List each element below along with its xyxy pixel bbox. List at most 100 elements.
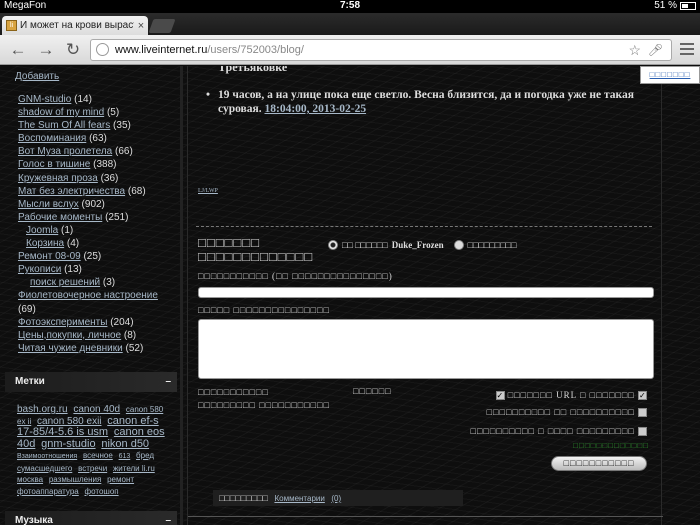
tag-link[interactable]: фотоаппаратура	[17, 487, 79, 496]
checkbox[interactable]: ✓	[638, 391, 647, 401]
tags-header-label: Метки	[15, 376, 45, 387]
radio-as-user-label: □□ □□□□□□	[342, 240, 388, 250]
page-info-icon[interactable]	[96, 43, 109, 56]
comments-link[interactable]: Комментарии	[274, 494, 324, 503]
category-link[interactable]: Корзина	[26, 238, 64, 249]
category-count: (66)	[115, 146, 133, 158]
microphone-icon[interactable]: 🎤︎	[648, 40, 663, 60]
captcha-text: □□□□□□□□□□□□□	[573, 441, 649, 450]
option-url-label: □□□□□□□ URL □ □□□□□□□	[507, 390, 635, 400]
address-bar[interactable]: www.liveinternet.ru/users/752003/blog/ ☆…	[90, 39, 672, 61]
submit-button[interactable]: □□□□□□□□□□□	[551, 456, 647, 471]
option-label: □□□□□□	[353, 386, 392, 396]
category-count: (14)	[74, 94, 92, 105]
category-link[interactable]: Воспоминания	[18, 133, 86, 144]
category-link[interactable]: Joomla	[26, 225, 58, 236]
category-link[interactable]: Кружевная проза	[18, 173, 98, 184]
tag-link[interactable]: bash.org.ru	[17, 404, 68, 415]
comments-count-link[interactable]: (0)	[331, 494, 341, 503]
tag-link[interactable]: жители li.ru	[113, 464, 155, 473]
comment-bar: □□□□□□□□□ Комментарии (0)	[213, 490, 463, 506]
option-url-row: ✓ □□□□□□□ URL □ □□□□□□□ ✓	[495, 390, 647, 401]
new-tab-button[interactable]	[148, 19, 176, 33]
tag-link[interactable]: nikon d50	[101, 438, 149, 450]
forward-arrow-icon[interactable]: →	[36, 40, 56, 60]
tags-header: Метки –	[5, 372, 177, 392]
tag-link[interactable]: встречи	[78, 464, 107, 473]
back-arrow-icon[interactable]: ←	[8, 40, 28, 60]
sidebar-category-item: Ремонт 08-09 (25)	[18, 250, 178, 263]
menu-icon[interactable]	[680, 43, 694, 58]
browser-toolbar: ← → ↻ www.liveinternet.ru/users/752003/b…	[0, 35, 700, 65]
category-link[interactable]: Мысли вслух	[18, 199, 79, 210]
tag-link[interactable]: фотошоп	[85, 487, 119, 496]
sidebar-category-item: Мысли вслух (902)	[18, 198, 178, 211]
sidebar-category-item: Рукописи (13)	[18, 263, 178, 276]
bookmark-star-icon[interactable]: ☆	[628, 40, 641, 60]
category-link[interactable]: Голос в тишине	[18, 159, 90, 170]
add-category-link[interactable]: Добавить	[15, 71, 59, 82]
category-link[interactable]: Ремонт 08-09	[18, 251, 81, 262]
tag-link[interactable]: Взаимоотношения	[17, 453, 77, 460]
checkbox[interactable]	[638, 408, 647, 418]
category-count: (1)	[61, 224, 74, 236]
reload-icon[interactable]: ↻	[63, 40, 83, 60]
music-collapse-toggle[interactable]: –	[165, 511, 171, 525]
body-field-label: □□□□□ □□□□□□□□□□□□□□□	[198, 305, 330, 315]
category-link[interactable]: GNM-studio	[18, 94, 71, 105]
category-link[interactable]: Рукописи	[18, 264, 61, 275]
option-label: □□□□□□□□□□□	[198, 387, 269, 397]
clock: 7:58	[339, 0, 360, 11]
sidebar-category-item: Корзина (4)	[18, 237, 178, 250]
option-row: □□□□□□□□□□ □□ □□□□□□□□□□	[486, 407, 647, 418]
category-count: (25)	[83, 251, 102, 263]
checkbox[interactable]	[638, 427, 647, 437]
category-link[interactable]: shadow of my mind	[18, 107, 104, 118]
tag-link[interactable]: всечное	[83, 451, 113, 460]
battery-percent: 51 %	[654, 0, 677, 11]
category-link[interactable]: Фотоэксперименты	[18, 317, 107, 328]
sidebar-category-item: Рабочие моменты (251)	[18, 211, 178, 224]
lj-link[interactable]: LJ/LWP	[198, 188, 218, 194]
tag-link[interactable]: canon 580 exii	[37, 416, 102, 427]
browser-tab[interactable]: li И может на крови вырасти ×	[2, 16, 148, 35]
category-count: (204)	[110, 316, 134, 328]
category-link[interactable]: Фиолетовочерное настроение	[18, 290, 158, 301]
divider	[188, 516, 663, 517]
sidebar-category-item: shadow of my mind (5)	[18, 106, 178, 119]
tag-link[interactable]: gnm-studio	[41, 438, 95, 450]
option-label: □□□□□□□□□ □□□□□□□□□□□	[198, 400, 330, 410]
category-link[interactable]: Рабочие моменты	[18, 212, 102, 223]
category-count: (3)	[102, 277, 116, 289]
tag-link[interactable]: размышления	[49, 475, 101, 484]
option-label: □□□□□□□□□□ □□ □□□□□□□□□□	[486, 407, 635, 417]
checkbox[interactable]: ✓	[495, 391, 505, 401]
category-link[interactable]: Вот Муза пролетела	[18, 146, 112, 157]
sidebar-category-item: Голос в тишине (388)	[18, 158, 178, 171]
tags-collapse-toggle[interactable]: –	[165, 372, 171, 392]
tag-link[interactable]: 613	[119, 453, 131, 460]
category-count: (388)	[93, 159, 117, 171]
category-count: (251)	[105, 211, 129, 223]
tag-link[interactable]: москва	[17, 475, 43, 484]
tag-link[interactable]: ремонт	[107, 475, 134, 484]
comment-textarea[interactable]	[198, 319, 654, 379]
sidebar-category-item: Joomla (1)	[18, 224, 178, 237]
top-right-link[interactable]: □□□□□□□	[640, 66, 700, 84]
radio-as-user[interactable]	[328, 240, 338, 250]
sidebar-category-item: Вот Муза пролетела (66)	[18, 145, 178, 158]
title-field-label: □□□□□□□□□□□ (□□ □□□□□□□□□□□□□□□)	[198, 271, 393, 281]
category-link[interactable]: Мат без электричества	[18, 186, 125, 197]
category-link[interactable]: The Sum Of All fears	[18, 120, 110, 131]
category-link[interactable]: Читая чужие дневники	[18, 343, 123, 354]
category-link[interactable]: Цены,покупки, личное	[18, 330, 121, 341]
close-tab-icon[interactable]: ×	[134, 20, 148, 32]
music-header: Музыка –	[5, 511, 177, 525]
title-input[interactable]	[198, 287, 654, 298]
post-date-link[interactable]: 18:04:00, 2013-02-25	[265, 103, 367, 115]
radio-anonymous[interactable]	[453, 240, 464, 250]
option-label: □□□□□□□□□□ □ □□□□ □□□□□□□□□	[470, 426, 635, 436]
tag-link[interactable]: canon 40d	[73, 404, 120, 415]
sidebar-category-item: поиск решений (3)	[18, 276, 178, 289]
category-link[interactable]: поиск решений	[30, 277, 100, 288]
